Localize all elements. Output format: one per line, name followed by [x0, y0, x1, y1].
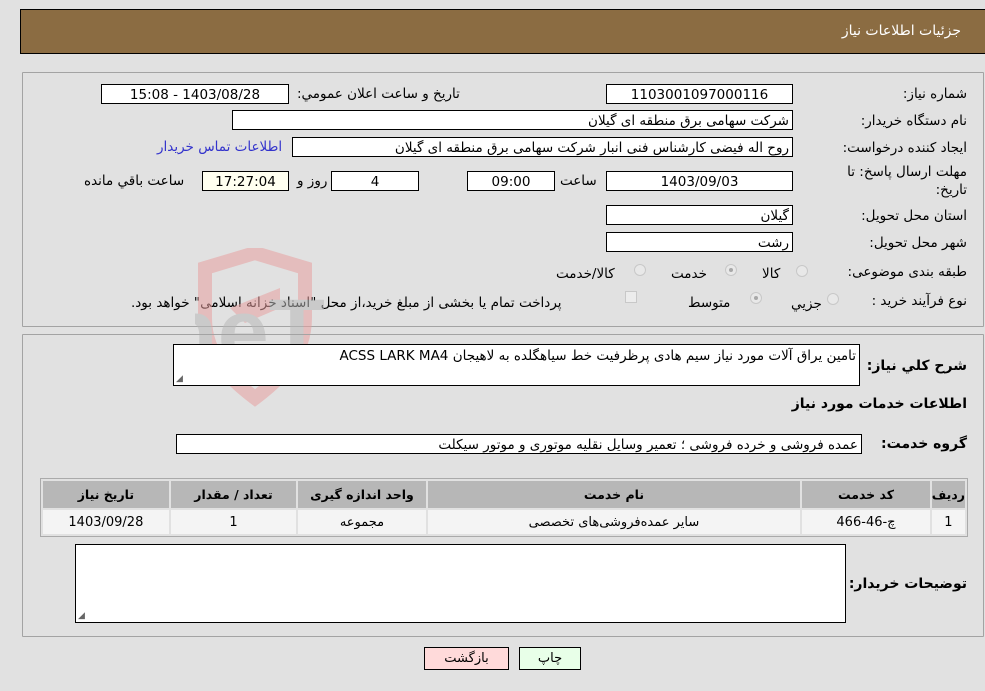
cell-row-no: 1	[931, 510, 965, 534]
remaining-label: ساعت باقي مانده	[84, 173, 185, 189]
treasury-text: پرداخت تمام یا بخشی از مبلغ خرید،از محل …	[131, 295, 562, 311]
col-header-need-date: تاریخ نیاز	[43, 481, 169, 508]
category-option-goods: کالا	[762, 266, 781, 282]
creator-label: ایجاد کننده درخواست:	[842, 140, 967, 156]
buyer-notes-label: توضیحات خریدار:	[848, 576, 967, 592]
category-label: طبقه بندی موضوعی:	[847, 264, 967, 280]
days-remaining-field: 4	[331, 171, 419, 191]
buyer-notes-textarea[interactable]: ◢	[75, 544, 846, 623]
cell-service-code: چ-46-466	[802, 510, 930, 534]
deadline-label-2: تاریخ:	[935, 182, 967, 198]
treasury-checkbox[interactable]	[625, 291, 637, 303]
remaining-time-field: 17:27:04	[202, 171, 289, 191]
process-option-medium: متوسط	[688, 295, 731, 311]
announce-field: 1403/08/28 - 15:08	[101, 84, 289, 104]
category-radio-goods-service[interactable]	[634, 264, 646, 276]
process-radio-medium[interactable]	[750, 292, 762, 304]
buyer-org-field: شرکت سهامی برق منطقه ای گیلان	[232, 110, 793, 130]
page-header: جزئیات اطلاعات نیاز	[20, 9, 985, 54]
province-field: گیلان	[606, 205, 793, 225]
col-header-service-name: نام خدمت	[427, 481, 801, 508]
buyer-org-label: نام دستگاه خریدار:	[860, 113, 967, 129]
city-field: رشت	[606, 232, 793, 252]
page-title: جزئیات اطلاعات نیاز	[841, 23, 961, 39]
category-option-service: خدمت	[671, 266, 707, 282]
table-row: 1 چ-46-466 سایر عمده‌فروشی‌های تخصصی مجم…	[43, 510, 965, 534]
process-label: نوع فرآیند خرید :	[871, 293, 967, 309]
cell-unit: مجموعه	[298, 510, 426, 534]
service-group-field: عمده فروشی و خرده فروشی ؛ تعمیر وسایل نق…	[176, 434, 862, 454]
cell-service-name: سایر عمده‌فروشی‌های تخصصی	[427, 510, 801, 534]
back-button[interactable]: بازگشت	[424, 647, 509, 670]
province-label: استان محل تحویل:	[861, 208, 967, 224]
city-label: شهر محل تحویل:	[869, 235, 967, 251]
cell-quantity: 1	[170, 510, 297, 534]
category-option-goods-service: کالا/خدمت	[556, 266, 615, 282]
process-radio-minor[interactable]	[827, 293, 839, 305]
summary-text: تامین یراق آلات مورد نیاز سیم هادی پرظرف…	[339, 348, 856, 364]
print-button[interactable]: چاپ	[519, 647, 581, 670]
summary-label: شرح كلي نياز:	[866, 358, 967, 374]
service-group-label: گروه خدمت:	[881, 436, 967, 452]
category-radio-service[interactable]	[725, 264, 737, 276]
category-radio-goods[interactable]	[796, 265, 808, 277]
cell-need-date: 1403/09/28	[43, 510, 169, 534]
announce-label: تاریخ و ساعت اعلان عمومي:	[297, 86, 460, 102]
col-header-service-code: کد خدمت	[802, 481, 930, 508]
services-table: ردیف کد خدمت نام خدمت واحد اندازه گیری ت…	[40, 478, 968, 537]
summary-textarea[interactable]: تامین یراق آلات مورد نیاز سیم هادی پرظرف…	[173, 344, 860, 386]
resize-grip-icon[interactable]: ◢	[176, 374, 183, 384]
need-number-label: شماره نیاز:	[902, 86, 967, 102]
time-label: ساعت	[560, 173, 597, 189]
deadline-time-field: 09:00	[467, 171, 555, 191]
col-header-row-no: ردیف	[931, 481, 965, 508]
col-header-unit: واحد اندازه گیری	[298, 481, 426, 508]
days-label: روز و	[297, 173, 328, 189]
col-header-quantity: تعداد / مقدار	[170, 481, 297, 508]
deadline-date-field: 1403/09/03	[606, 171, 793, 191]
table-header-row: ردیف کد خدمت نام خدمت واحد اندازه گیری ت…	[43, 481, 965, 508]
need-number-field: 1103001097000116	[606, 84, 793, 104]
creator-field: روح اله فیضی کارشناس فنی انبار شرکت سهام…	[292, 137, 793, 157]
resize-grip-icon[interactable]: ◢	[78, 611, 85, 621]
buyer-contact-link[interactable]: اطلاعات تماس خریدار	[157, 139, 282, 155]
services-heading: اطلاعات خدمات مورد نیاز	[791, 396, 967, 412]
process-option-minor: جزيي	[791, 296, 822, 312]
deadline-label: مهلت ارسال پاسخ: تا	[847, 164, 967, 180]
